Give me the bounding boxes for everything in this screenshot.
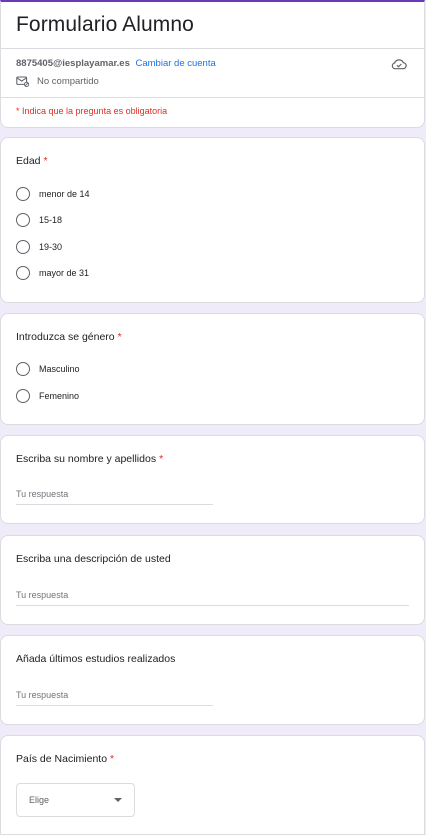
question-title-text: Añada últimos estudios realizados [16,653,176,665]
required-asterisk: * [43,155,48,167]
radio-button[interactable] [16,187,30,201]
question-title: Introduzca se género * [16,331,122,343]
country-dropdown[interactable]: Elige [16,783,135,817]
radio-button[interactable] [16,389,30,403]
question-card-genero: Introduzca se género * Masculino Femenino [0,313,425,425]
question-title-text: Edad [16,155,41,167]
required-note: * Indica que la pregunta es obligatoria [16,106,168,116]
question-card-estudios: Añada últimos estudios realizados Tu res… [0,635,425,725]
radio-option[interactable]: 19-30 [16,240,62,254]
account-row: 8875405@iesplayamar.es Cambiar de cuenta [16,58,216,69]
required-asterisk: * [117,331,122,343]
radio-option[interactable]: Masculino [16,362,80,376]
form-title: Formulario Alumno [16,13,194,36]
header-divider [1,97,424,98]
question-card-nombre: Escriba su nombre y apellidos * Tu respue… [0,435,425,524]
question-title-text: Introduzca se género [16,331,115,343]
paragraph-answer-input[interactable]: Tu respuesta [16,590,409,606]
radio-option-label: 19-30 [39,242,63,252]
question-card-descripcion: Escriba una descripción de usted Tu resp… [0,535,425,625]
envelope-share-icon [16,76,29,87]
header-divider [1,48,424,49]
dropdown-label: Elige [29,795,50,805]
radio-option-label: Femenino [39,391,80,401]
radio-option[interactable]: menor de 14 [16,187,90,201]
question-title: Escriba una descripción de usted [16,553,171,565]
form-header-card: Formulario Alumno 8875405@iesplayamar.es… [0,0,425,128]
question-title-text: País de Nacimiento [16,753,108,765]
radio-option-label: menor de 14 [39,189,90,199]
question-card-edad: Edad * menor de 14 15-18 19-30 mayor de 3… [0,137,425,303]
share-status-row: No compartido [16,76,99,87]
required-asterisk: * [110,753,115,765]
radio-button[interactable] [16,240,30,254]
cloud-save-icon [391,59,407,70]
question-title-text: Escriba su nombre y apellidos [16,453,157,465]
question-title: Edad * [16,155,48,167]
switch-account-link[interactable]: Cambiar de cuenta [136,58,216,69]
radio-button[interactable] [16,213,30,227]
radio-button[interactable] [16,266,30,280]
question-title: País de Nacimiento * [16,753,114,765]
required-asterisk: * [159,453,164,465]
caret-down-icon [114,798,122,802]
radio-button[interactable] [16,362,30,376]
account-email: 8875405@iesplayamar.es [16,58,130,69]
radio-option[interactable]: mayor de 31 [16,266,89,280]
question-title: Escriba su nombre y apellidos * [16,453,163,465]
radio-option[interactable]: Femenino [16,389,79,403]
radio-option-label: 15-18 [39,215,63,225]
question-card-pais: País de Nacimiento * Elige [0,735,425,835]
short-answer-input[interactable]: Tu respuesta [16,489,213,505]
radio-option-label: Masculino [39,364,80,374]
radio-option-label: mayor de 31 [39,268,90,278]
short-answer-input[interactable]: Tu respuesta [16,690,213,706]
question-title: Añada últimos estudios realizados [16,653,175,665]
question-title-text: Escriba una descripción de usted [16,553,171,565]
not-shared-label: No compartido [37,76,99,87]
radio-option[interactable]: 15-18 [16,213,62,227]
